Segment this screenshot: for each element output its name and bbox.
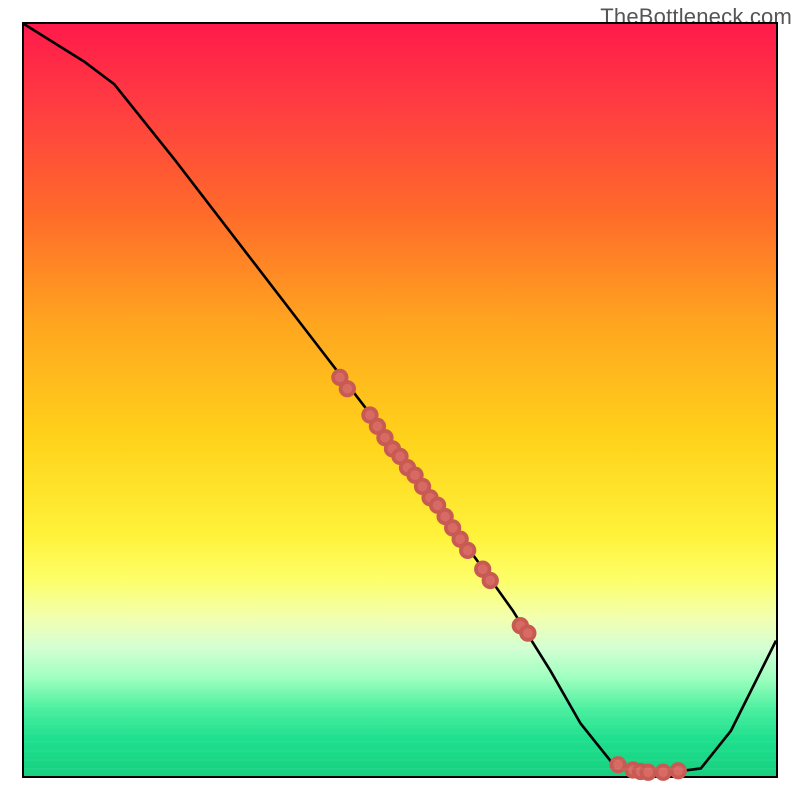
curve-layer <box>24 24 776 776</box>
data-point <box>671 764 685 778</box>
data-point <box>521 626 535 640</box>
data-point <box>483 574 497 588</box>
plot-area <box>24 24 776 776</box>
data-point <box>341 382 355 396</box>
scatter-dots <box>333 371 685 779</box>
bottleneck-chart: TheBottleneck.com <box>0 0 800 800</box>
data-point <box>461 544 475 558</box>
